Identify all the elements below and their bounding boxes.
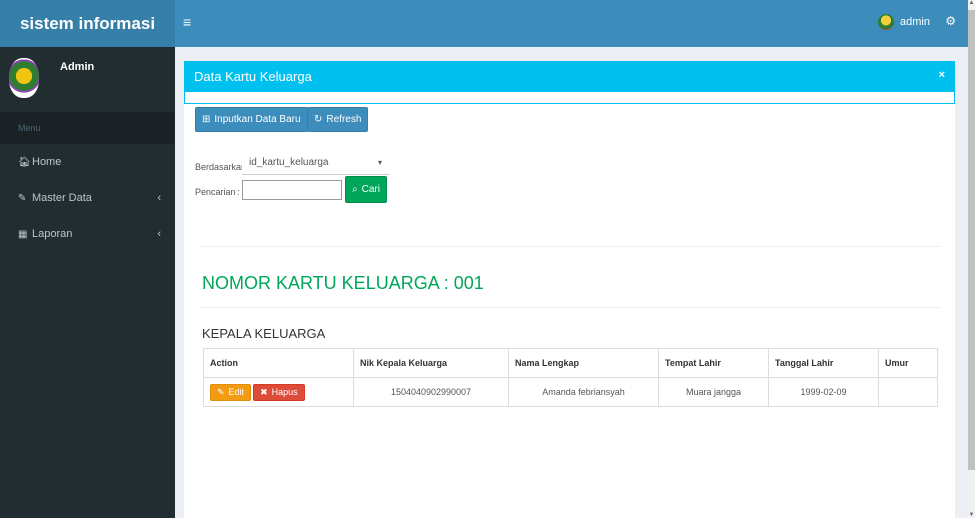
sidebar-item-laporan[interactable]: ▦ Laporan ‹ bbox=[0, 216, 175, 252]
delete-icon: ✖ bbox=[260, 386, 268, 397]
divider bbox=[200, 307, 940, 308]
search-separator: : bbox=[237, 187, 240, 197]
search-button-label: Cari bbox=[361, 184, 380, 195]
sidebar-user-name: Admin bbox=[60, 61, 95, 73]
column-header: Tanggal Lahir bbox=[768, 348, 879, 378]
column-header: Nik Kepala Keluarga bbox=[353, 348, 509, 378]
search-button[interactable]: ⌕ Cari bbox=[345, 176, 387, 203]
brand-logo[interactable]: sistem informasi bbox=[0, 0, 175, 47]
nik-cell: 1504040902990007 bbox=[353, 377, 509, 407]
column-header: Nama Lengkap bbox=[508, 348, 659, 378]
birthdate-cell: 1999-02-09 bbox=[768, 377, 879, 407]
page-scrollbar[interactable]: ▲ ▼ bbox=[968, 0, 975, 518]
box-header-strip bbox=[184, 92, 955, 104]
edit-icon: ✎ bbox=[217, 386, 225, 397]
age-cell bbox=[878, 377, 938, 407]
search-input[interactable] bbox=[242, 180, 342, 200]
sidebar: Admin Menu 🏠︎ Home ✎ Master Data ‹ ▦ Lap… bbox=[0, 47, 175, 518]
close-icon[interactable]: × bbox=[939, 69, 945, 81]
home-icon: 🏠︎ bbox=[18, 156, 31, 168]
sidebar-toggle-icon[interactable]: ≡ bbox=[183, 14, 191, 30]
table-row: ✎ Edit ✖ Hapus 1504040902990007 Amanda f… bbox=[203, 377, 938, 407]
box-title: Data Kartu Keluarga bbox=[194, 69, 312, 84]
search-label: Pencarian bbox=[195, 187, 236, 197]
chevron-left-icon: ‹ bbox=[157, 228, 161, 240]
filter-field-value: id_kartu_keluarga bbox=[249, 157, 329, 168]
menu-header: Menu bbox=[0, 112, 175, 144]
filter-field-select[interactable]: id_kartu_keluarga ▾ bbox=[242, 151, 390, 175]
search-icon: ⌕ bbox=[352, 184, 358, 195]
emblem-logo bbox=[9, 58, 39, 98]
birthplace-cell: Muara jangga bbox=[658, 377, 769, 407]
column-header: Umur bbox=[878, 348, 938, 378]
sidebar-item-master-data[interactable]: ✎ Master Data ‹ bbox=[0, 180, 175, 216]
family-table: Action Nik Kepala Keluarga Nama Lengkap … bbox=[203, 348, 938, 407]
refresh-icon: ↻ bbox=[314, 114, 323, 125]
refresh-label: Refresh bbox=[326, 114, 362, 125]
action-cell: ✎ Edit ✖ Hapus bbox=[203, 377, 354, 407]
divider bbox=[200, 246, 940, 247]
table-header-row: Action Nik Kepala Keluarga Nama Lengkap … bbox=[203, 348, 938, 378]
brand-text: sistem informasi bbox=[19, 13, 156, 33]
head-of-family-title: KEPALA KELUARGA bbox=[202, 326, 326, 341]
column-header: Tempat Lahir bbox=[658, 348, 769, 378]
name-cell: Amanda febriansyah bbox=[508, 377, 659, 407]
scroll-up-icon[interactable]: ▲ bbox=[968, 0, 975, 6]
delete-label: Hapus bbox=[271, 387, 298, 397]
calendar-icon: ▦ bbox=[18, 228, 28, 240]
add-new-label: Inputkan Data Baru bbox=[214, 114, 301, 125]
sidebar-item-home[interactable]: 🏠︎ Home bbox=[0, 144, 175, 180]
chevron-left-icon: ‹ bbox=[157, 192, 161, 204]
filter-by-label: Berdasarkan: bbox=[195, 162, 249, 172]
edit-label: Edit bbox=[228, 387, 245, 397]
scroll-down-icon[interactable]: ▼ bbox=[968, 512, 975, 518]
column-header: Action bbox=[203, 348, 354, 378]
avatar bbox=[878, 14, 895, 30]
edit-button[interactable]: ✎ Edit bbox=[210, 383, 252, 401]
content-wrapper: Data Kartu Keluarga × ⊞ Inputkan Data Ba… bbox=[175, 47, 968, 518]
user-panel: Admin bbox=[0, 47, 175, 112]
scroll-thumb[interactable] bbox=[968, 10, 975, 470]
top-navbar: ≡ admin ⚙ bbox=[175, 0, 968, 47]
edit-icon: ✎ bbox=[18, 192, 27, 204]
settings-icon[interactable]: ⚙ bbox=[945, 14, 956, 28]
sidebar-item-label: Home bbox=[32, 156, 62, 168]
box-header: Data Kartu Keluarga × bbox=[184, 61, 955, 92]
delete-button[interactable]: ✖ Hapus bbox=[253, 383, 305, 401]
caret-down-icon: ▾ bbox=[377, 158, 382, 167]
user-name: admin bbox=[900, 16, 930, 28]
sidebar-item-label: Master Data bbox=[32, 192, 92, 204]
sidebar-item-label: Laporan bbox=[32, 228, 73, 240]
add-new-button[interactable]: ⊞ Inputkan Data Baru bbox=[195, 107, 308, 132]
plus-square-icon: ⊞ bbox=[202, 114, 211, 125]
refresh-button[interactable]: ↻ Refresh bbox=[307, 107, 369, 132]
family-card-title: NOMOR KARTU KELUARGA : 001 bbox=[202, 273, 484, 293]
user-menu[interactable]: admin bbox=[878, 14, 930, 30]
